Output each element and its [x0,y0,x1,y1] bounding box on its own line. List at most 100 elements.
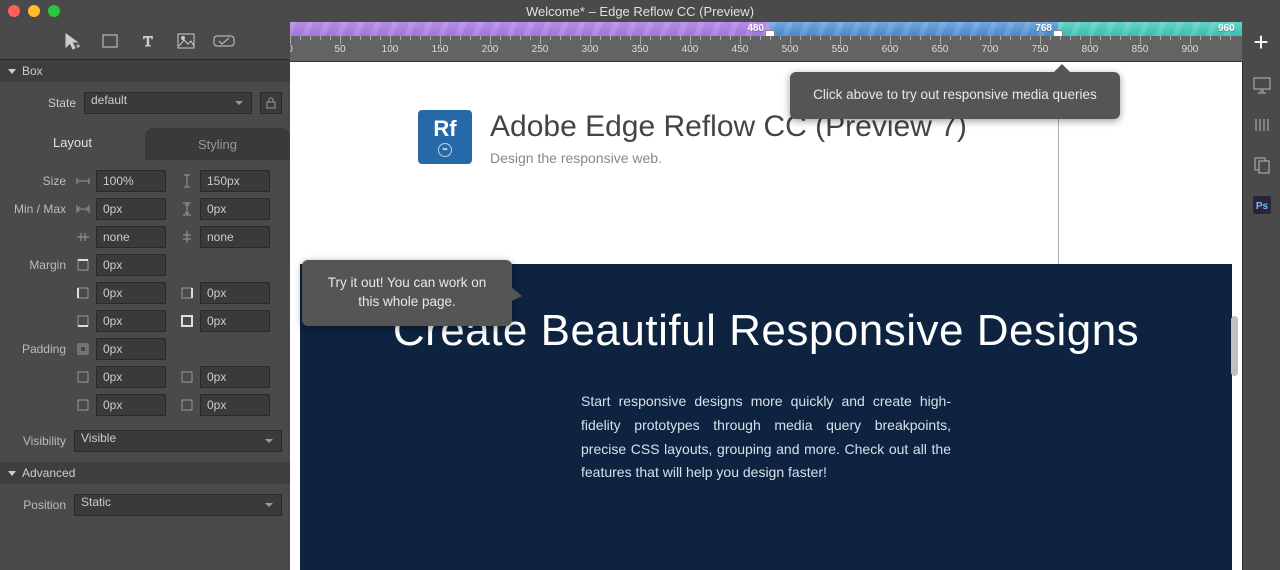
ruler-number: 500 [782,44,799,55]
ruler-number: 300 [582,44,599,55]
minmax-label: Min / Max [8,202,74,216]
tab-styling-label: Styling [198,137,237,152]
max-height-icon [178,228,196,246]
state-row: State default [0,82,290,128]
min-height-input[interactable] [200,198,270,220]
ruler-number: 350 [632,44,649,55]
tooltip-try-it-out-text: Try it out! You can work on this whole p… [328,275,487,309]
advanced-section-header[interactable]: Advanced [0,462,290,484]
preview-button[interactable] [1251,74,1273,96]
padding-bottom-input[interactable] [96,394,166,416]
close-window-button[interactable] [8,5,20,17]
app-icon-text: Rf [433,118,456,140]
state-label: State [40,96,76,110]
padding-left-icon [74,368,92,386]
margin-bottom-input[interactable] [96,310,166,332]
margin-left-icon [74,284,92,302]
max-width-input[interactable] [96,226,166,248]
right-rail: Ps [1242,62,1280,570]
ruler-number: 800 [1082,44,1099,55]
selection-tool[interactable] [60,29,84,53]
form-tool[interactable] [212,29,236,53]
margin-all-icon [178,312,196,330]
ruler-number: 100 [382,44,399,55]
margin-top-input[interactable] [96,254,166,276]
advanced-section-label: Advanced [22,466,75,480]
margin-left-input[interactable] [96,282,166,304]
breakpoint-segment-2[interactable]: 768 [770,22,1058,36]
size-label: Size [8,174,74,188]
padding-all-input[interactable] [200,394,270,416]
title-bar: Welcome* – Edge Reflow CC (Preview) [0,0,1280,22]
hero-body: Start responsive designs more quickly an… [581,390,951,485]
app-subtitle: Design the responsive web. [490,150,967,166]
copy-button[interactable] [1251,154,1273,176]
ruler-number: 450 [732,44,749,55]
bp-label-480: 480 [747,22,764,36]
assets-button[interactable] [1251,114,1273,136]
breakpoint-bar[interactable]: 480 768 960 [290,22,1242,36]
width-icon [74,172,92,190]
padding-bottom-icon [74,396,92,414]
box-section-header[interactable]: Box [0,60,290,82]
margin-right-icon [178,284,196,302]
min-width-input[interactable] [96,198,166,220]
margin-top-icon [74,256,92,274]
margin-label: Margin [8,258,74,272]
window-controls [0,5,60,17]
min-height-icon [178,200,196,218]
margin-right-input[interactable] [200,282,270,304]
bp-label-768: 768 [1035,22,1052,36]
ruler-number: 550 [832,44,849,55]
text-tool[interactable]: T [136,29,160,53]
app-icon: Rf ∞ [418,110,472,164]
height-icon [178,172,196,190]
zoom-window-button[interactable] [48,5,60,17]
ruler-number: 250 [532,44,549,55]
position-select[interactable]: Static [74,494,282,516]
ruler-number: 750 [1032,44,1049,55]
state-lock-button[interactable] [260,92,282,114]
padding-left-input[interactable] [96,366,166,388]
box-tool[interactable] [98,29,122,53]
ruler-number: 600 [882,44,899,55]
max-height-input[interactable] [200,226,270,248]
vertical-scrollbar[interactable] [1231,316,1238,376]
minimize-window-button[interactable] [28,5,40,17]
panel-tabs: Layout Styling [0,128,290,160]
breakpoint-segment-1[interactable]: 480 [290,22,770,36]
ruler-number: 900 [1182,44,1199,55]
tab-styling[interactable]: Styling [145,128,290,160]
padding-right-input[interactable] [200,366,270,388]
ruler-number: 200 [482,44,499,55]
breakpoint-segment-3[interactable]: 960 [1058,22,1242,36]
position-value: Static [81,495,111,509]
padding-top-input[interactable] [96,338,166,360]
visibility-select[interactable]: Visible [74,430,282,452]
min-width-icon [74,200,92,218]
box-section-label: Box [22,64,43,78]
ruler-number: 150 [432,44,449,55]
image-tool[interactable] [174,29,198,53]
ruler-number: 700 [982,44,999,55]
plus-icon: + [1253,27,1268,58]
tooltip-media-queries: Click above to try out responsive media … [790,72,1120,119]
window-title: Welcome* – Edge Reflow CC (Preview) [0,4,1280,19]
visibility-label: Visibility [8,434,74,448]
width-input[interactable] [96,170,166,192]
tab-layout-label: Layout [53,135,92,150]
ruler[interactable]: 0501001502002503003504004505005506006507… [290,36,1242,62]
height-input[interactable] [200,170,270,192]
tab-layout[interactable]: Layout [0,124,145,160]
bp-label-960: 960 [1218,22,1235,36]
cc-badge-icon: ∞ [438,143,452,157]
photoshop-button[interactable]: Ps [1251,194,1273,216]
state-value: default [91,93,127,107]
visibility-value: Visible [81,431,116,445]
margin-all-input[interactable] [200,310,270,332]
ruler-number: 650 [932,44,949,55]
padding-right-icon [178,368,196,386]
state-select[interactable]: default [84,92,252,114]
ruler-number: 0 [290,44,293,55]
add-breakpoint-button[interactable]: + [1242,22,1280,62]
